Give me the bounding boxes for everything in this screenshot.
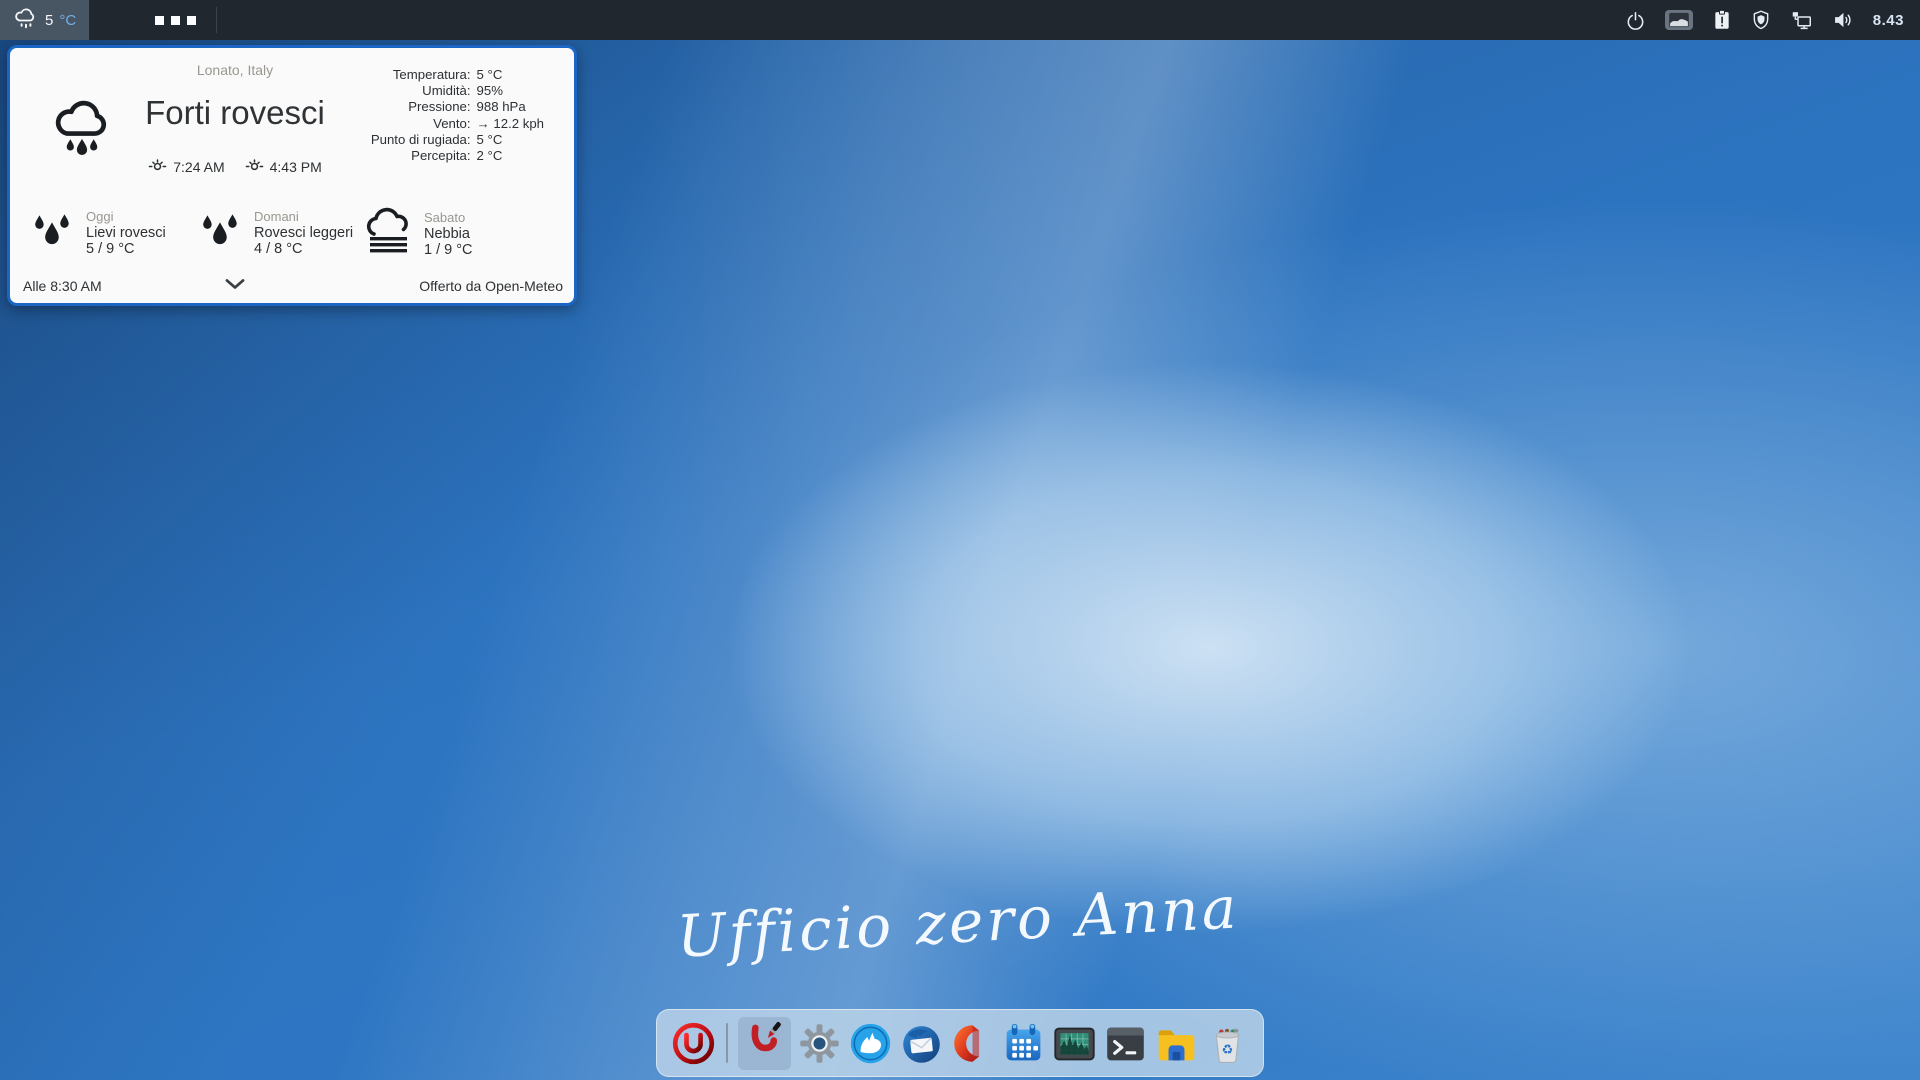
panel-separator	[216, 7, 217, 33]
weather-stats: Temperatura: 5 °C Umidità: 95% Pressione…	[371, 67, 544, 164]
heavy-rain-icon	[48, 90, 116, 163]
weather-location: Lonato, Italy	[85, 62, 385, 78]
thunderbird-icon	[899, 1021, 944, 1066]
forecast-tomorrow: Domani Rovesci leggeri 4 / 8 °C	[198, 206, 353, 259]
forecast-saturday: Sabato Nebbia 1 / 9 °C	[362, 206, 473, 261]
power-icon[interactable]	[1625, 10, 1646, 31]
stat-value: → 12.2 kph	[477, 116, 544, 132]
stat-label: Umidità:	[371, 83, 471, 99]
wallpaper-signature: Ufficio zero Anna	[675, 873, 1241, 970]
folder-icon	[1154, 1021, 1199, 1066]
gear-icon	[797, 1021, 842, 1066]
weather-updated-time: Alle 8:30 AM	[23, 278, 102, 294]
panel-clock[interactable]: 8.43	[1873, 12, 1904, 29]
dock-item-librewolf-browser[interactable]	[847, 1020, 893, 1066]
terminal-icon	[1103, 1021, 1148, 1066]
stat-label: Percepita:	[371, 148, 471, 164]
forecast-temps: 1 / 9 °C	[424, 242, 473, 258]
dock-item-uz-app[interactable]	[738, 1017, 791, 1070]
stat-label: Pressione:	[371, 99, 471, 115]
dock-item-terminal[interactable]	[1102, 1020, 1148, 1066]
panel-weather-button[interactable]: 5 °C	[0, 0, 89, 40]
volume-icon[interactable]	[1832, 10, 1854, 30]
sunrise-icon	[148, 156, 167, 178]
dock-item-file-manager[interactable]	[1153, 1020, 1199, 1066]
system-tray: 8.43	[1625, 0, 1920, 40]
shield-icon[interactable]	[1751, 9, 1771, 31]
forecast-day: Domani	[254, 209, 353, 225]
network-icon[interactable]	[1790, 10, 1813, 31]
librewolf-icon	[848, 1021, 893, 1066]
sun-times: 7:24 AM 4:43 PM	[85, 156, 385, 178]
rain-cloud-icon	[13, 5, 39, 36]
forecast-condition: Lievi rovesci	[86, 225, 166, 241]
svg-text:♻: ♻	[1221, 1042, 1233, 1057]
forecast-day: Oggi	[86, 209, 166, 225]
calendar-icon	[1001, 1021, 1046, 1066]
dock-item-trash[interactable]: ♻	[1204, 1020, 1250, 1066]
three-dots-icon	[155, 16, 164, 25]
stat-label: Punto di rugiada:	[371, 132, 471, 148]
clipboard-icon[interactable]	[1712, 9, 1732, 31]
forecast-condition: Rovesci leggeri	[254, 225, 353, 241]
stat-value: 5 °C	[477, 67, 544, 83]
stat-label: Vento:	[371, 116, 471, 132]
rain-showers-icon	[30, 206, 76, 259]
rain-showers-icon	[198, 206, 244, 259]
sunset-icon	[245, 156, 264, 178]
stat-value: 2 °C	[477, 148, 544, 164]
stat-value: 95%	[477, 83, 544, 99]
dock-item-calendar[interactable]	[1000, 1020, 1046, 1066]
desktop-wallpaper: 5 °C	[0, 0, 1920, 1080]
weather-popup: Lonato, Italy Forti rovesci 7:24 AM	[7, 45, 577, 306]
panel-menu-button[interactable]	[135, 0, 216, 40]
sunrise-time: 7:24 AM	[173, 159, 224, 175]
system-monitor-icon	[1052, 1021, 1097, 1066]
weather-attribution: Offerto da Open-Meteo	[419, 278, 563, 294]
panel-temperature: 5	[45, 12, 53, 29]
top-panel: 5 °C	[0, 0, 1920, 40]
forecast-today: Oggi Lievi rovesci 5 / 9 °C	[30, 206, 166, 259]
ufficiozero-logo-icon	[671, 1021, 716, 1066]
forecast-temps: 5 / 9 °C	[86, 241, 166, 257]
dock: ♻	[656, 1009, 1264, 1077]
dock-item-uz-menu[interactable]	[670, 1020, 716, 1066]
stat-label: Temperatura:	[371, 67, 471, 83]
fog-icon	[362, 206, 414, 261]
stat-value: 988 hPa	[477, 99, 544, 115]
sunset-time: 4:43 PM	[270, 159, 322, 175]
dock-item-office-suite[interactable]	[949, 1020, 995, 1066]
chevron-down-icon	[222, 279, 248, 294]
dock-item-thunderbird-mail[interactable]	[898, 1020, 944, 1066]
stat-value: 5 °C	[477, 132, 544, 148]
dock-separator	[726, 1023, 728, 1063]
dock-item-settings[interactable]	[796, 1020, 842, 1066]
dock-item-system-monitor[interactable]	[1051, 1020, 1097, 1066]
office-icon	[950, 1021, 995, 1066]
panel-temperature-unit: °C	[59, 12, 76, 29]
forecast-condition: Nebbia	[424, 226, 473, 242]
weather-expand-button[interactable]	[222, 277, 248, 294]
weather-condition: Forti rovesci	[125, 94, 345, 132]
wallpaper-icon[interactable]	[1665, 10, 1693, 30]
forecast-temps: 4 / 8 °C	[254, 241, 353, 257]
red-u-brush-icon	[744, 1020, 786, 1067]
forecast-day: Sabato	[424, 210, 473, 226]
trash-icon: ♻	[1205, 1021, 1250, 1066]
